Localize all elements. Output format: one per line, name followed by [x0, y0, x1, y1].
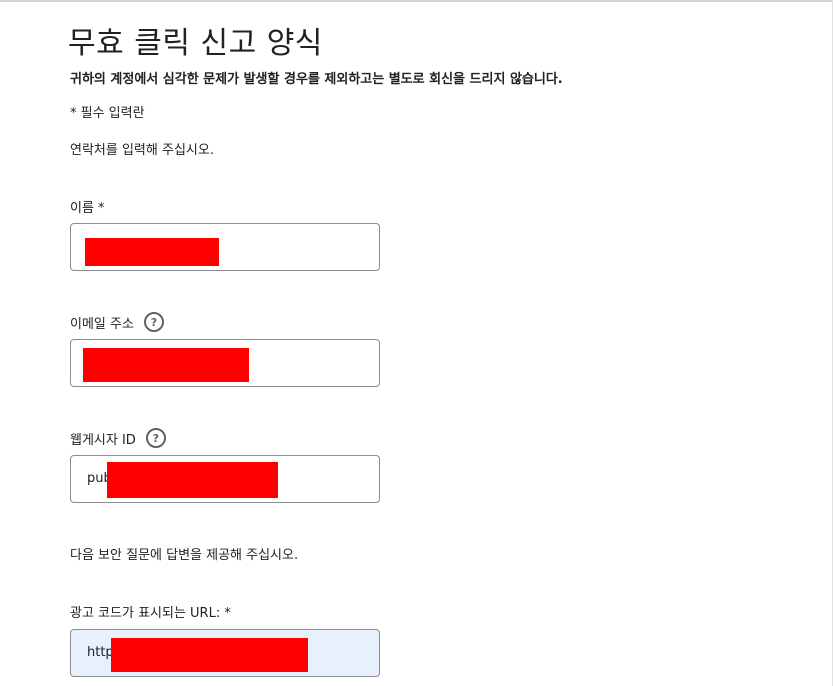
name-field[interactable]: [70, 223, 380, 271]
question-circle-icon[interactable]: ?: [143, 312, 164, 332]
name-redaction: [85, 238, 219, 266]
name-label-text: 이름 *: [70, 201, 105, 216]
publisher-id-label: 웹게시자 ID ?: [70, 428, 166, 448]
ad-url-field-value: http: [87, 645, 114, 660]
page-title: 무효 클릭 신고 양식: [68, 26, 323, 61]
ad-url-label: 광고 코드가 표시되는 URL: *: [70, 602, 231, 621]
email-label-text: 이메일 주소: [70, 316, 134, 332]
name-label: 이름 *: [70, 197, 105, 216]
publisher-id-field[interactable]: pub: [70, 455, 380, 503]
email-redaction: [83, 348, 249, 382]
email-field[interactable]: [70, 339, 380, 387]
question-circle-icon[interactable]: ?: [145, 428, 166, 448]
email-label: 이메일 주소 ?: [70, 312, 164, 332]
ad-url-field[interactable]: http: [70, 629, 380, 677]
publisher-id-redaction: [107, 462, 278, 498]
ad-url-redaction: [111, 638, 308, 672]
publisher-id-label-text: 웹게시자 ID: [70, 432, 136, 448]
top-border: [0, 0, 833, 2]
security-question-note: 다음 보안 질문에 답변을 제공해 주십시오.: [70, 548, 299, 563]
ad-url-label-text: 광고 코드가 표시되는 URL: *: [70, 606, 231, 621]
required-fields-note: * 필수 입력란: [70, 106, 145, 121]
form-subtitle: 귀하의 계정에서 심각한 문제가 발생할 경우를 제외하고는 별도로 회신을 드…: [70, 72, 563, 87]
contact-info-note: 연락처를 입력해 주십시오.: [70, 143, 214, 158]
